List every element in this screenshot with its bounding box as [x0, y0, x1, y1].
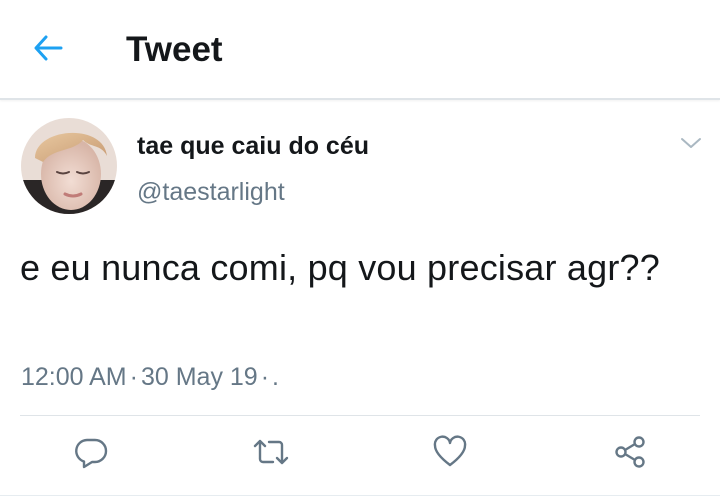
display-name[interactable]: tae que caiu do céu [137, 131, 369, 161]
tweet-options-button[interactable] [678, 134, 704, 156]
meta-separator: · [129, 363, 138, 391]
like-icon [432, 434, 468, 474]
retweet-button[interactable] [249, 432, 293, 476]
page-title: Tweet [126, 30, 223, 69]
share-icon [612, 434, 648, 475]
like-button[interactable] [428, 432, 472, 476]
arrow-left-icon [32, 34, 64, 67]
back-button[interactable] [28, 30, 68, 70]
tweet-text: e eu nunca comi, pq vou precisar agr?? [20, 247, 660, 288]
user-handle[interactable]: @taestarlight [137, 177, 285, 207]
tweet-date: 30 May 19 [140, 363, 258, 391]
retweet-icon [252, 435, 290, 474]
divider [20, 415, 700, 416]
meta-separator-2: · [260, 363, 270, 391]
bottom-divider [0, 495, 720, 496]
meta-end: . [272, 363, 279, 391]
avatar[interactable] [21, 118, 117, 214]
top-app-bar: Tweet [0, 0, 720, 100]
tweet-action-bar [0, 432, 720, 480]
chevron-down-icon [680, 136, 702, 155]
tweet-detail-screen: Tweet tae que caiu do céu @taestarlight … [0, 0, 720, 503]
share-button[interactable] [608, 432, 652, 476]
tweet-timestamp[interactable]: 12:00 AM · 30 May 19 ·. [21, 362, 279, 392]
reply-icon [74, 435, 108, 474]
reply-button[interactable] [69, 432, 113, 476]
tweet-time: 12:00 AM [21, 363, 127, 391]
